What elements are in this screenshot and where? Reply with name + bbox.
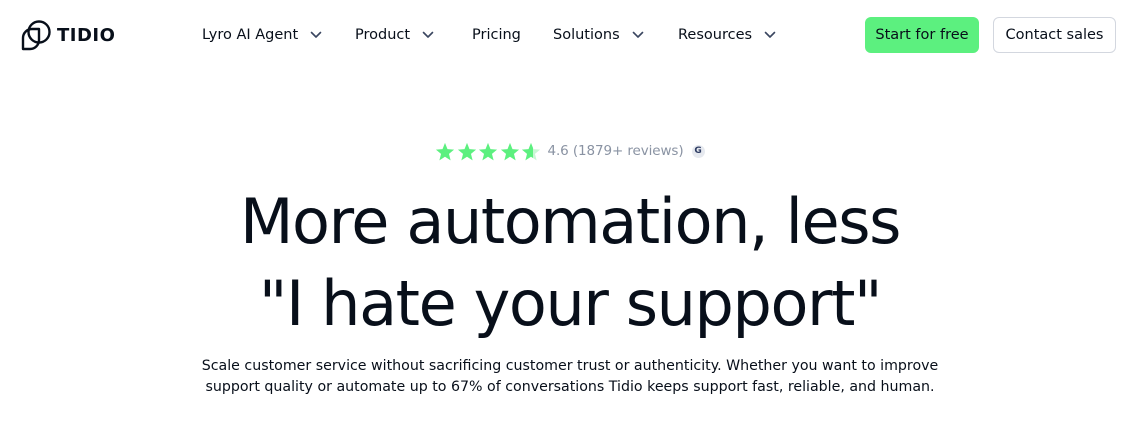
top-navigation-bar: TIDIO Lyro AI Agent Product Pricing Solu… xyxy=(0,0,1140,70)
nav-item-label: Product xyxy=(355,27,411,43)
tidio-logo-icon xyxy=(21,20,51,51)
tidio-logo[interactable]: TIDIO xyxy=(20,19,115,51)
nav-item-lyro-ai-agent[interactable]: Lyro AI Agent xyxy=(202,24,322,46)
nav-item-product[interactable]: Product xyxy=(355,24,434,46)
nav-item-label: Lyro AI Agent xyxy=(202,27,299,43)
chevron-down-icon xyxy=(422,31,434,38)
start-for-free-button[interactable]: Start for free xyxy=(865,17,979,53)
nav-item-label: Resources xyxy=(678,27,753,43)
headline-line: "I hate your support" xyxy=(258,267,883,340)
rating-text: 4.6 (1879+ reviews) xyxy=(547,143,684,159)
star-icon xyxy=(500,142,520,160)
brand-name: TIDIO xyxy=(57,24,116,46)
star-rating xyxy=(435,142,541,161)
star-icon xyxy=(457,142,477,160)
hero-headline: More automation, less "I hate your suppo… xyxy=(0,181,1140,345)
chevron-down-icon xyxy=(310,31,322,38)
nav-item-label: Solutions xyxy=(553,27,620,43)
nav-item-resources[interactable]: Resources xyxy=(678,24,776,46)
nav-item-solutions[interactable]: Solutions xyxy=(553,24,644,46)
description-line: support quality or automate up to 67% of… xyxy=(205,379,935,395)
star-icon xyxy=(436,142,455,160)
g2-badge-icon: G xyxy=(691,144,705,158)
nav-item-pricing[interactable]: Pricing xyxy=(472,24,521,46)
star-icon xyxy=(479,142,498,160)
chevron-down-icon xyxy=(764,31,776,38)
description-line: Scale customer service without sacrifici… xyxy=(201,358,939,374)
contact-sales-button[interactable]: Contact sales xyxy=(993,17,1116,53)
hero-description: Scale customer service without sacrifici… xyxy=(0,356,1140,398)
headline-line: More automation, less xyxy=(239,185,901,258)
partial-star-icon xyxy=(522,142,541,160)
rating-summary: 4.6 (1879+ reviews) G xyxy=(0,139,1140,163)
page: TIDIO Lyro AI Agent Product Pricing Solu… xyxy=(0,0,1140,428)
chevron-down-icon xyxy=(632,31,643,38)
nav-item-label: Pricing xyxy=(472,27,521,43)
